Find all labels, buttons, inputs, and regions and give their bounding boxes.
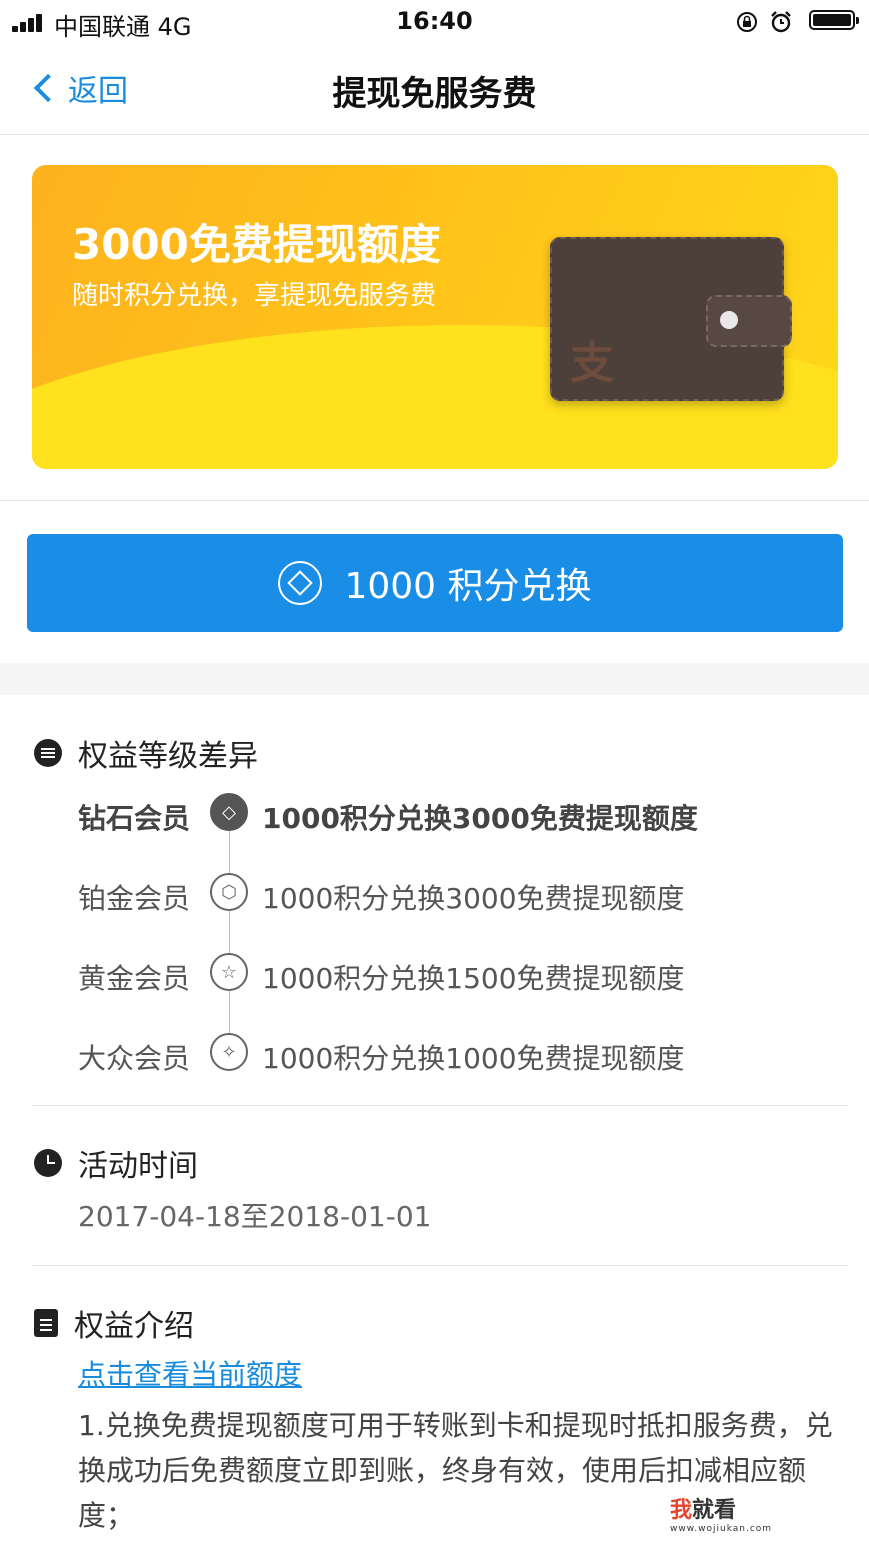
redeem-button[interactable]: 1000 积分兑换: [27, 534, 843, 632]
levels-title: 权益等级差异: [78, 739, 258, 774]
level-desc: 1000积分兑换1000免费提现额度: [262, 1042, 685, 1075]
level-name: 大众会员: [78, 1042, 191, 1075]
promo-banner: 3000免费提现额度 随时积分兑换，享提现免服务费 支: [32, 165, 838, 469]
redeem-button-label: 1000 积分兑换: [344, 566, 592, 607]
level-name: 黄金会员: [78, 962, 191, 995]
status-icons: [735, 10, 859, 34]
list-icon: [34, 739, 62, 767]
alarm-icon: [771, 11, 791, 33]
divider: [32, 1265, 848, 1266]
time-header: 活动时间: [34, 1141, 198, 1185]
status-bar: 中国联通 4G 16:40: [0, 0, 869, 44]
public-sparkle-icon: ✧: [210, 1033, 248, 1071]
view-quota-link[interactable]: 点击查看当前额度: [78, 1353, 302, 1393]
watermark-logo: 我就看 www.wojiukan.com: [664, 1492, 779, 1534]
intro-header: 权益介绍: [34, 1301, 194, 1345]
divider: [32, 1105, 848, 1106]
wallet-icon: 支: [550, 237, 792, 401]
level-row-gold: 黄金会员 ☆ 1000积分兑换1500免费提现额度: [0, 945, 869, 1001]
gold-star-icon: ☆: [210, 953, 248, 991]
level-name: 钻石会员: [78, 802, 191, 835]
page-title: 提现免服务费: [332, 74, 537, 114]
banner-headline: 3000免费提现额度: [72, 220, 441, 269]
banner-subline: 随时积分兑换，享提现免服务费: [72, 281, 437, 311]
time-title: 活动时间: [78, 1149, 198, 1184]
clock-icon: [34, 1149, 62, 1177]
level-desc: 1000积分兑换3000免费提现额度: [262, 882, 685, 915]
document-icon: [34, 1309, 58, 1337]
level-row-public: 大众会员 ✧ 1000积分兑换1000免费提现额度: [0, 1025, 869, 1081]
info-section: 权益等级差异 钻石会员 ◇ 1000积分兑换3000免费提现额度 铂金会员 ⬡ …: [0, 695, 869, 1545]
activity-date-range: 2017-04-18至2018-01-01: [78, 1200, 432, 1233]
level-row-diamond: 钻石会员 ◇ 1000积分兑换3000免费提现额度: [0, 785, 869, 841]
level-name: 铂金会员: [78, 882, 191, 915]
levels-header: 权益等级差异: [34, 731, 258, 775]
level-desc: 1000积分兑换3000免费提现额度: [262, 802, 698, 835]
level-desc: 1000积分兑换1500免费提现额度: [262, 962, 685, 995]
platinum-hexagon-icon: ⬡: [210, 873, 248, 911]
wallet-clasp: [706, 295, 792, 347]
redeem-section: 1000 积分兑换: [0, 501, 869, 663]
battery-icon: [809, 10, 859, 30]
diamond-icon: ◇: [210, 793, 248, 831]
wallet-glyph: 支: [570, 338, 614, 389]
rotation-lock-icon: [737, 12, 757, 32]
nav-bar: 返回 提现免服务费: [0, 44, 869, 135]
intro-title: 权益介绍: [74, 1309, 194, 1344]
banner-section: 3000免费提现额度 随时积分兑换，享提现免服务费 支: [0, 135, 869, 501]
diamond-icon: [278, 561, 323, 605]
level-row-platinum: 铂金会员 ⬡ 1000积分兑换3000免费提现额度: [0, 865, 869, 921]
